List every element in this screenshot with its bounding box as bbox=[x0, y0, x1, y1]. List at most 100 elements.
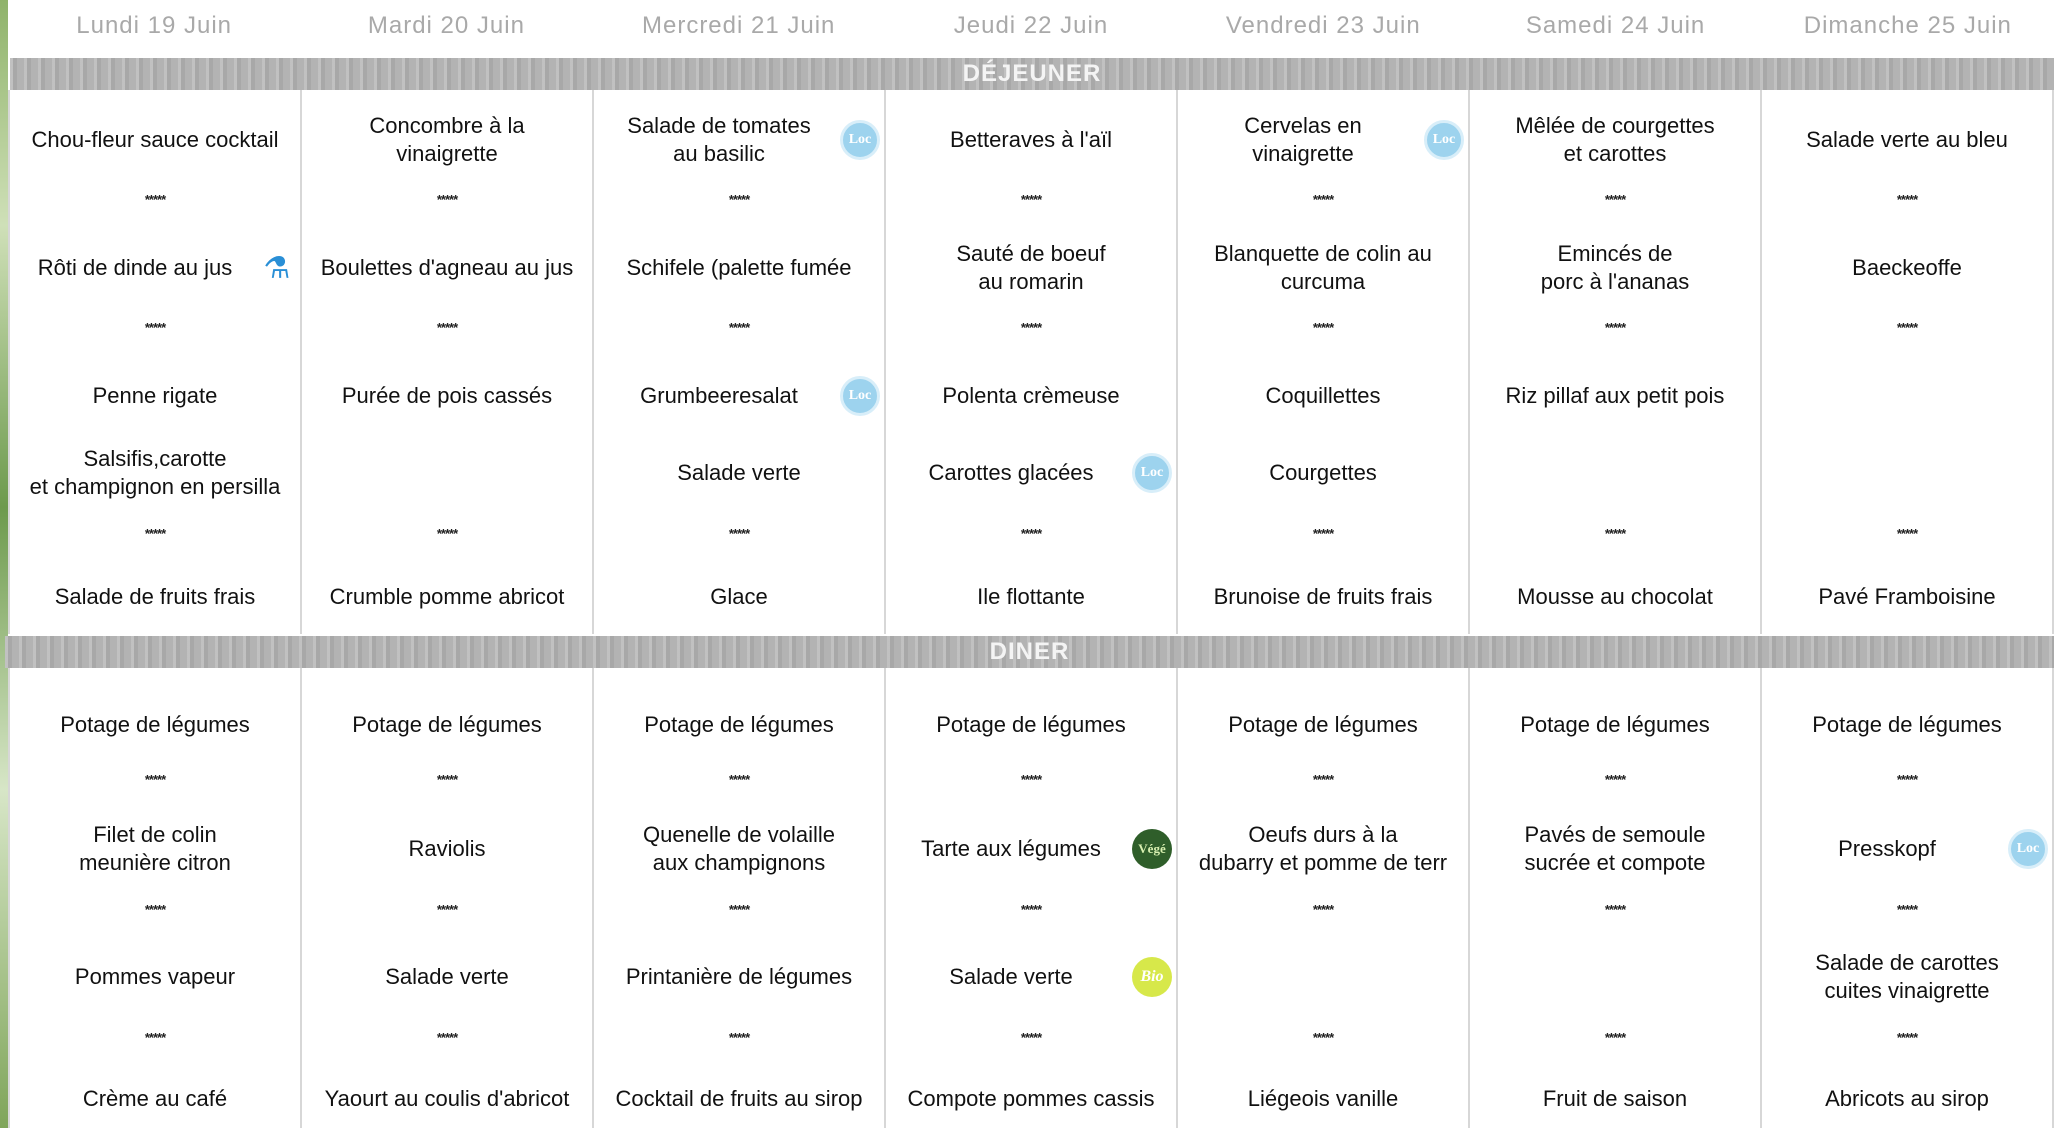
lunch-starter: Salade de tomates au basilic bbox=[627, 113, 811, 166]
course-separator: ***** bbox=[144, 526, 166, 541]
day-header: Jeudi 22 Juin bbox=[953, 12, 1109, 39]
lunch-dessert: Pavé Framboisine bbox=[1818, 584, 1996, 609]
dinner-day-column: Potage de légumes ***** Filet de colin meu… bbox=[8, 668, 302, 1128]
lunch-dessert: Crumble pomme abricot bbox=[329, 584, 565, 609]
lunch-day-column: Chou-fleur sauce cocktail ***** Rôti de di… bbox=[8, 90, 302, 634]
diner-label: DINER bbox=[989, 638, 1070, 665]
day-header-row: Lundi 19 Juin Mardi 20 Juin Mercredi 21 … bbox=[8, 0, 2054, 52]
lunch-side: Coquillettes bbox=[1265, 383, 1381, 408]
decorative-strip bbox=[0, 0, 8, 1128]
dinner-soup: Potage de légumes bbox=[644, 712, 834, 737]
dinner-main: Pavés de semoule sucrée et compote bbox=[1524, 822, 1706, 875]
lunch-day-column: Mêlée de courgettes et carottes ***** Emin… bbox=[1470, 90, 1762, 634]
course-separator: ***** bbox=[436, 320, 458, 335]
dejeuner-band: DÉJEUNER bbox=[10, 58, 2054, 90]
course-separator: ***** bbox=[436, 192, 458, 207]
dinner-side: Printanière de légumes bbox=[625, 964, 853, 989]
dinner-dessert: Compote pommes cassis bbox=[907, 1086, 1155, 1111]
dinner-side bbox=[1182, 946, 1464, 1008]
lunch-starter: Cervelas en vinaigrette bbox=[1244, 113, 1362, 166]
course-separator: ***** bbox=[144, 320, 166, 335]
dinner-side bbox=[1474, 946, 1756, 1008]
dinner-soup: Potage de légumes bbox=[1812, 712, 2002, 737]
course-separator: ***** bbox=[144, 902, 166, 917]
dinner-day-column: Potage de légumes ***** Pavés de semoule s… bbox=[1470, 668, 1762, 1128]
course-separator: ***** bbox=[1020, 526, 1042, 541]
course-separator: ***** bbox=[1896, 192, 1918, 207]
course-separator: ***** bbox=[728, 772, 750, 787]
lunch-starter: Betteraves à l'aïl bbox=[950, 127, 1112, 152]
course-separator: ***** bbox=[1604, 526, 1626, 541]
course-separator: ***** bbox=[1312, 902, 1334, 917]
course-separator: ***** bbox=[1604, 192, 1626, 207]
lunch-main: Blanquette de colin au curcuma bbox=[1214, 241, 1432, 294]
dinner-side: Salade verte bbox=[949, 964, 1073, 989]
dinner-side: Salade de carottes cuites vinaigrette bbox=[1815, 950, 1999, 1003]
lunch-main: Baeckeoffe bbox=[1852, 255, 1962, 280]
day-header: Dimanche 25 Juin bbox=[1803, 12, 2012, 39]
dinner-dessert: Crème au café bbox=[82, 1086, 228, 1111]
lunch-side-2: Salsifis,carotte et champignon en persil… bbox=[29, 446, 281, 499]
local-label-icon: Loc bbox=[2008, 829, 2048, 869]
course-separator: ***** bbox=[728, 1030, 750, 1045]
dinner-day-column: Potage de légumes ***** Raviolis ***** Salad… bbox=[302, 668, 594, 1128]
course-separator: ***** bbox=[1604, 902, 1626, 917]
course-separator: ***** bbox=[436, 1030, 458, 1045]
course-separator: ***** bbox=[728, 320, 750, 335]
lunch-day-column: Salade verte au bleu ***** Baeckeoffe *****… bbox=[1762, 90, 2054, 634]
dinner-main: Quenelle de volaille aux champignons bbox=[642, 822, 836, 875]
course-separator: ***** bbox=[1020, 192, 1042, 207]
bio-label-icon: Bio bbox=[1132, 957, 1172, 997]
day-header: Mercredi 21 Juin bbox=[641, 12, 836, 39]
course-separator: ***** bbox=[436, 772, 458, 787]
course-separator: ***** bbox=[144, 192, 166, 207]
lunch-day-column: Cervelas en vinaigrette Loc ***** Blanquett… bbox=[1178, 90, 1470, 634]
dinner-dessert: Liégeois vanille bbox=[1247, 1086, 1399, 1111]
dinner-main: Presskopf bbox=[1838, 836, 1936, 861]
diner-band: DINER bbox=[5, 636, 2054, 668]
course-separator: ***** bbox=[1312, 320, 1334, 335]
dejeuner-grid: Chou-fleur sauce cocktail ***** Rôti de di… bbox=[8, 90, 2054, 634]
lunch-dessert: Glace bbox=[710, 584, 768, 609]
dinner-day-column: Potage de légumes ***** Presskopf Loc ***** S… bbox=[1762, 668, 2054, 1128]
course-separator: ***** bbox=[1312, 772, 1334, 787]
day-header: Vendredi 23 Juin bbox=[1225, 12, 1421, 39]
day-header: Lundi 19 Juin bbox=[76, 12, 233, 39]
course-separator: ***** bbox=[1604, 1030, 1626, 1045]
course-separator: ***** bbox=[728, 902, 750, 917]
lunch-side: Penne rigate bbox=[92, 383, 218, 408]
course-separator: ***** bbox=[1020, 902, 1042, 917]
lunch-day-column: Concombre à la vinaigrette ***** Boulettes… bbox=[302, 90, 594, 634]
course-separator: ***** bbox=[1896, 772, 1918, 787]
course-separator: ***** bbox=[1020, 772, 1042, 787]
dinner-day-column: Potage de légumes ***** Quenelle de volail… bbox=[594, 668, 886, 1128]
lunch-dessert: Ile flottante bbox=[977, 584, 1085, 609]
lunch-side: Riz pillaf aux petit pois bbox=[1505, 383, 1725, 408]
dinner-day-column: Potage de légumes ***** Oeufs durs à la du… bbox=[1178, 668, 1470, 1128]
dinner-main: Filet de colin meunière citron bbox=[79, 822, 231, 875]
lunch-side-2: Courgettes bbox=[1269, 460, 1377, 485]
course-separator: ***** bbox=[436, 902, 458, 917]
dinner-soup: Potage de légumes bbox=[352, 712, 542, 737]
dinner-dessert: Fruit de saison bbox=[1542, 1086, 1688, 1111]
local-label-icon: Loc bbox=[1132, 453, 1172, 493]
menu-page: Lundi 19 Juin Mardi 20 Juin Mercredi 21 … bbox=[0, 0, 2054, 1128]
lunch-dessert: Brunoise de fruits frais bbox=[1213, 584, 1433, 609]
course-separator: ***** bbox=[728, 192, 750, 207]
lunch-side-2: Carottes glacées bbox=[928, 460, 1094, 485]
lunch-side-2: Salade verte bbox=[677, 460, 801, 485]
lunch-day-column: Betteraves à l'aïl ***** Sauté de boeuf au… bbox=[886, 90, 1178, 634]
lunch-dessert: Mousse au chocolat bbox=[1517, 584, 1713, 609]
lunch-starter: Chou-fleur sauce cocktail bbox=[31, 127, 279, 152]
lunch-side-2 bbox=[306, 442, 588, 504]
course-separator: ***** bbox=[144, 772, 166, 787]
lunch-side-2 bbox=[1474, 442, 1756, 504]
course-separator: ***** bbox=[1312, 192, 1334, 207]
dinner-side: Salade verte bbox=[385, 964, 509, 989]
course-separator: ***** bbox=[728, 526, 750, 541]
local-label-icon: Loc bbox=[1424, 120, 1464, 160]
diner-grid: Potage de légumes ***** Filet de colin meu… bbox=[8, 668, 2054, 1128]
lunch-side: Purée de pois cassés bbox=[341, 383, 553, 408]
lunch-main: Sauté de boeuf au romarin bbox=[956, 241, 1106, 294]
course-separator: ***** bbox=[1604, 772, 1626, 787]
